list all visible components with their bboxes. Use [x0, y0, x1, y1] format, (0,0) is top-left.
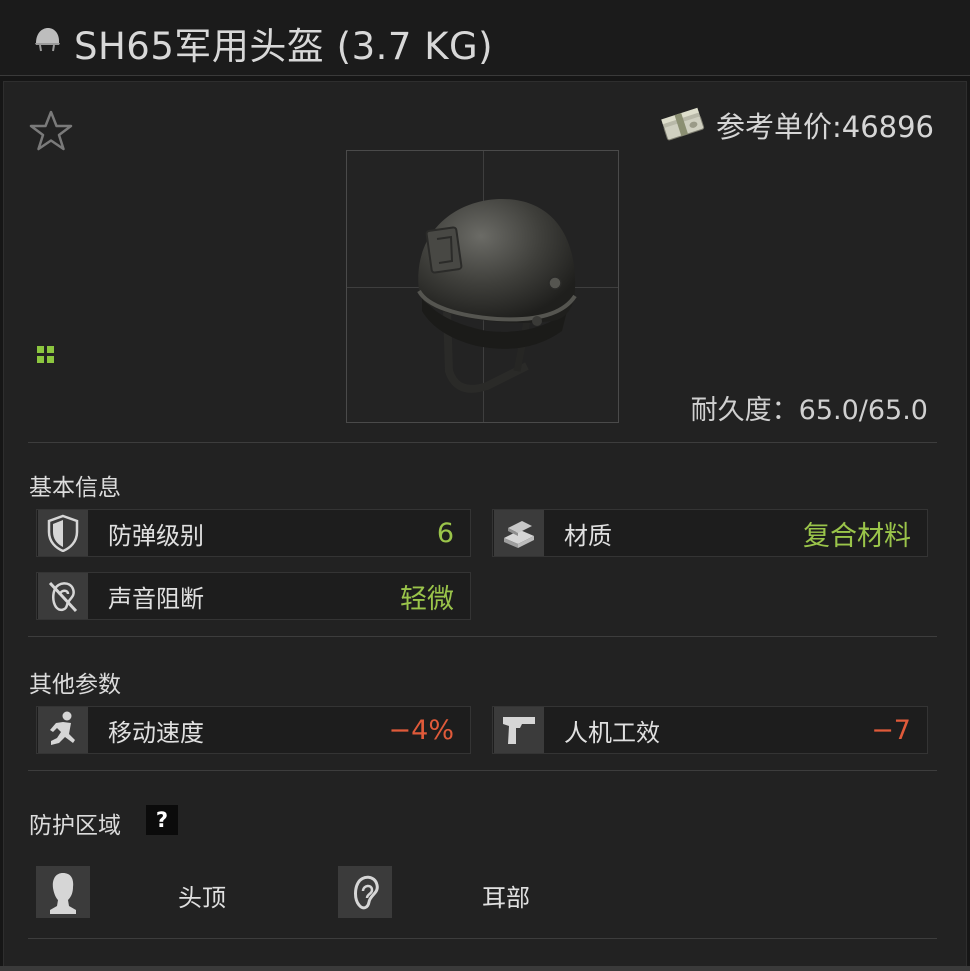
- title-bar: SH65军用头盔 (3.7 KG): [0, 0, 970, 76]
- money-stack-icon: [661, 107, 705, 141]
- bottom-border: [0, 966, 970, 971]
- running-soldier-icon: [38, 707, 88, 753]
- section-title-protection: 防护区域: [29, 813, 121, 839]
- divider: [28, 636, 937, 637]
- help-button[interactable]: ?: [146, 805, 178, 835]
- inventory-grid-icon: [37, 346, 54, 363]
- head-top-icon: [36, 866, 90, 918]
- divider: [28, 442, 937, 443]
- stat-label: 声音阻断: [108, 584, 204, 613]
- item-title: SH65军用头盔 (3.7 KG): [74, 25, 494, 68]
- stat-value: −4%: [388, 714, 454, 746]
- stat-value: 复合材料: [803, 520, 911, 552]
- stat-label: 材质: [564, 521, 612, 550]
- star-outline-icon[interactable]: [28, 109, 74, 153]
- durability-text: 耐久度：65.0/65.0: [690, 395, 928, 426]
- stat-sound-blocking: 声音阻断 轻微: [36, 572, 471, 620]
- ear-blocked-icon: [38, 573, 88, 619]
- section-title-other-params: 其他参数: [29, 672, 121, 698]
- helmet-icon: [35, 28, 60, 52]
- stat-label: 防弹级别: [108, 521, 204, 550]
- ear-icon: [338, 866, 392, 918]
- stat-movement-speed: 移动速度 −4%: [36, 706, 471, 754]
- stat-label: 移动速度: [108, 718, 204, 747]
- stat-ergonomics: 人机工效 −7: [492, 706, 928, 754]
- stat-label: 人机工效: [564, 718, 660, 747]
- stat-material: 材质 复合材料: [492, 509, 928, 557]
- stat-value: 轻微: [400, 583, 454, 615]
- shield-icon: [38, 510, 88, 556]
- stat-value: −7: [871, 714, 911, 746]
- section-title-basic-info: 基本信息: [29, 475, 121, 501]
- reference-price-text: 参考单价:46896: [715, 110, 934, 144]
- divider: [28, 938, 937, 939]
- helmet-image: [417, 199, 577, 393]
- stat-value: 6: [436, 517, 454, 549]
- stat-armor-class: 防弹级别 6: [36, 509, 471, 557]
- divider: [28, 770, 937, 771]
- item-image-frame: [346, 150, 619, 423]
- zone-label-ears: 耳部: [482, 884, 530, 912]
- zone-label-head-top: 头顶: [178, 884, 226, 912]
- pistol-icon: [494, 707, 544, 753]
- reference-price: 参考单价:46896: [660, 104, 934, 146]
- material-icon: [494, 510, 544, 556]
